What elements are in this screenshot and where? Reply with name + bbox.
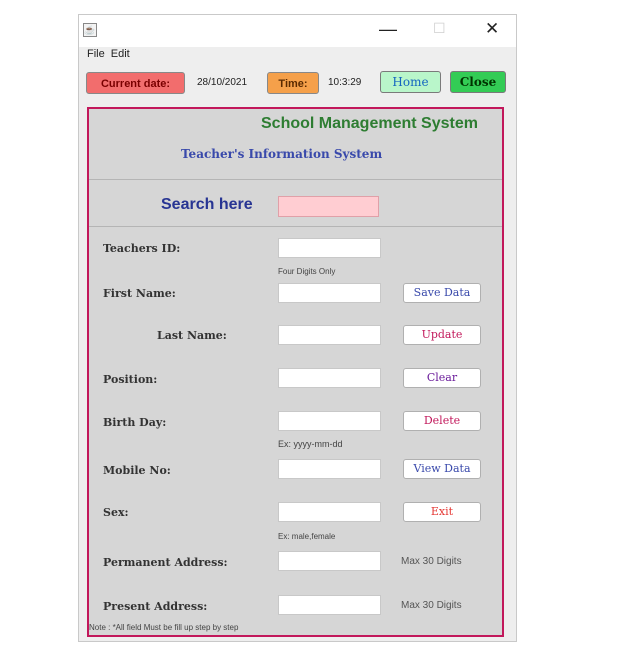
close-button[interactable]: Close [450, 71, 506, 93]
mobile-no-label: Mobile No: [103, 464, 171, 477]
close-window-button[interactable]: ✕ [485, 19, 499, 39]
view-data-button[interactable]: View Data [403, 459, 481, 479]
mobile-no-input[interactable] [278, 459, 381, 479]
first-name-label: First Name: [103, 287, 176, 300]
top-info-bar: Current date: 28/10/2021 Time: 10:3:29 H… [79, 65, 516, 101]
time-value: 10:3:29 [328, 77, 362, 88]
title-bar: ☕ — ☐ ✕ [79, 15, 516, 47]
teacher-form-panel: School Management System Teacher's Infor… [87, 107, 504, 637]
present-address-max-hint: Max 30 Digits [401, 600, 462, 611]
sex-input[interactable] [278, 502, 381, 522]
menu-edit[interactable]: Edit [111, 48, 130, 60]
delete-button[interactable]: Delete [403, 411, 481, 431]
app-title: School Management System [261, 115, 478, 132]
search-label: Search here [161, 196, 253, 213]
permanent-address-label: Permanent Address: [103, 556, 228, 569]
java-app-icon: ☕ [83, 23, 97, 37]
permanent-address-input[interactable] [278, 551, 381, 571]
teacher-id-label: Teachers ID: [103, 242, 181, 255]
page-subtitle: Teacher's Information System [181, 147, 383, 161]
maximize-button[interactable]: ☐ [433, 20, 446, 37]
clear-button[interactable]: Clear [403, 368, 481, 388]
home-button[interactable]: Home [380, 71, 441, 93]
time-label: Time: [267, 72, 319, 94]
birth-day-label: Birth Day: [103, 416, 167, 429]
menu-file[interactable]: File [87, 48, 105, 60]
position-input[interactable] [278, 368, 381, 388]
first-name-input[interactable] [278, 283, 381, 303]
divider [89, 226, 502, 227]
present-address-input[interactable] [278, 595, 381, 615]
permanent-address-max-hint: Max 30 Digits [401, 556, 462, 567]
teacher-id-input[interactable] [278, 238, 381, 258]
sex-label: Sex: [103, 506, 129, 519]
search-input[interactable] [278, 196, 379, 217]
update-button[interactable]: Update [403, 325, 481, 345]
birth-day-input[interactable] [278, 411, 381, 431]
form-note: Note : *All field Must be fill up step b… [89, 623, 239, 632]
present-address-label: Present Address: [103, 600, 208, 613]
exit-button[interactable]: Exit [403, 502, 481, 522]
last-name-label: Last Name: [157, 329, 227, 342]
minimize-button[interactable]: — [379, 19, 397, 40]
last-name-input[interactable] [278, 325, 381, 345]
current-date-label: Current date: [86, 72, 185, 94]
divider [89, 179, 502, 180]
position-label: Position: [103, 373, 158, 386]
current-date-value: 28/10/2021 [197, 77, 248, 88]
teacher-id-hint: Four Digits Only [278, 267, 336, 276]
sex-hint: Ex: male,female [278, 532, 336, 541]
save-data-button[interactable]: Save Data [403, 283, 481, 303]
birth-day-hint: Ex: yyyy-mm-dd [278, 439, 343, 449]
menu-bar: File Edit [79, 48, 516, 64]
app-window: ☕ — ☐ ✕ File Edit Current date: 28/10/202… [78, 14, 517, 642]
